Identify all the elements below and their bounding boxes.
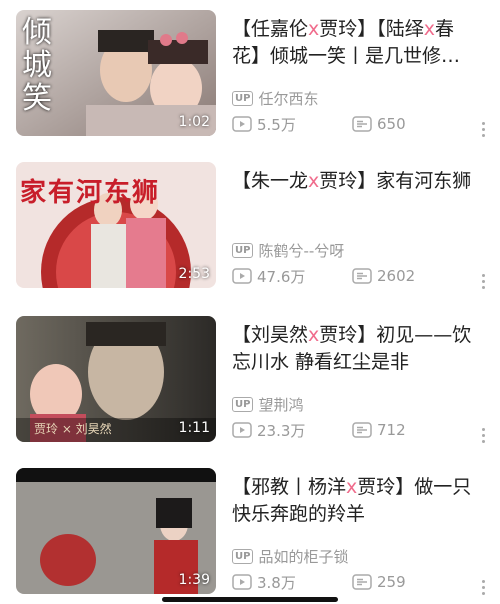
thumbnail-caption: 倾城笑 bbox=[22, 15, 52, 116]
video-title[interactable]: 【任嘉伦x贾玲】【陆绎x春花】倾城一笑丨是几世修来… bbox=[232, 16, 478, 70]
video-thumbnail[interactable]: 倾城笑 1:02 bbox=[16, 10, 216, 136]
video-card[interactable]: 倾城笑 1:02 【任嘉伦x贾玲】【陆绎x春花】倾城一笑丨是几世修来… UP 任… bbox=[0, 10, 500, 140]
up-badge-icon: UP bbox=[232, 90, 254, 106]
video-thumbnail[interactable]: 家有河东狮 2:53 bbox=[16, 162, 216, 288]
more-options-icon[interactable] bbox=[482, 274, 486, 292]
thumbnail-caption: 贾玲 × 刘昊然 bbox=[34, 422, 112, 436]
uploader[interactable]: UP 任尔西东 bbox=[232, 88, 318, 108]
play-count-icon bbox=[232, 116, 252, 132]
video-stats: 5.5万 650 bbox=[232, 114, 406, 134]
uploader[interactable]: UP 品如的柜子锁 bbox=[232, 546, 348, 566]
uploader[interactable]: UP 望荆鸿 bbox=[232, 394, 303, 414]
danmaku-icon bbox=[352, 116, 372, 132]
danmaku-icon bbox=[352, 268, 372, 284]
up-badge-icon: UP bbox=[232, 548, 254, 564]
video-title[interactable]: 【刘昊然x贾玲】初见——饮忘川水 静看红尘是非 bbox=[232, 322, 478, 376]
video-thumbnail[interactable]: 1:39 bbox=[16, 468, 216, 594]
comment-count: 650 bbox=[352, 115, 406, 133]
play-count-icon bbox=[232, 268, 252, 284]
comment-count: 712 bbox=[352, 421, 406, 439]
uploader-name: 望荆鸿 bbox=[258, 395, 304, 414]
up-badge-icon: UP bbox=[232, 396, 254, 412]
thumbnail-caption: 家有河东狮 bbox=[20, 178, 161, 208]
danmaku-icon bbox=[352, 422, 372, 438]
view-count: 5.5万 bbox=[232, 114, 352, 135]
uploader[interactable]: UP 陈鹤兮--兮呀 bbox=[232, 240, 344, 260]
up-badge-icon: UP bbox=[232, 242, 254, 258]
danmaku-icon bbox=[352, 574, 372, 590]
video-title[interactable]: 【邪教丨杨洋x贾玲】做一只快乐奔跑的羚羊 bbox=[232, 474, 478, 528]
video-card[interactable]: 家有河东狮 2:53 【朱一龙x贾玲】家有河东狮 UP 陈鹤兮--兮呀 47.6… bbox=[0, 162, 500, 292]
video-duration: 1:39 bbox=[178, 572, 210, 588]
comment-count: 2602 bbox=[352, 267, 415, 285]
comment-count: 259 bbox=[352, 573, 406, 591]
video-title[interactable]: 【朱一龙x贾玲】家有河东狮 bbox=[232, 168, 478, 195]
video-thumbnail[interactable]: 贾玲 × 刘昊然 1:11 bbox=[16, 316, 216, 442]
video-stats: 3.8万 259 bbox=[232, 572, 406, 592]
uploader-name: 陈鹤兮--兮呀 bbox=[258, 241, 345, 260]
video-stats: 23.3万 712 bbox=[232, 420, 406, 440]
play-count-icon bbox=[232, 422, 252, 438]
view-count: 3.8万 bbox=[232, 572, 352, 593]
video-duration: 1:02 bbox=[178, 114, 210, 130]
video-duration: 2:53 bbox=[178, 266, 210, 282]
uploader-name: 品如的柜子锁 bbox=[258, 547, 349, 566]
video-card[interactable]: 1:39 【邪教丨杨洋x贾玲】做一只快乐奔跑的羚羊 UP 品如的柜子锁 3.8万… bbox=[0, 468, 500, 598]
uploader-name: 任尔西东 bbox=[258, 89, 319, 108]
view-count: 23.3万 bbox=[232, 420, 352, 441]
home-indicator[interactable] bbox=[162, 597, 338, 602]
more-options-icon[interactable] bbox=[482, 122, 486, 140]
video-card[interactable]: 贾玲 × 刘昊然 1:11 【刘昊然x贾玲】初见——饮忘川水 静看红尘是非 UP… bbox=[0, 316, 500, 446]
view-count: 47.6万 bbox=[232, 266, 352, 287]
more-options-icon[interactable] bbox=[482, 428, 486, 446]
more-options-icon[interactable] bbox=[482, 580, 486, 598]
video-duration: 1:11 bbox=[178, 420, 210, 436]
video-stats: 47.6万 2602 bbox=[232, 266, 415, 286]
play-count-icon bbox=[232, 574, 252, 590]
